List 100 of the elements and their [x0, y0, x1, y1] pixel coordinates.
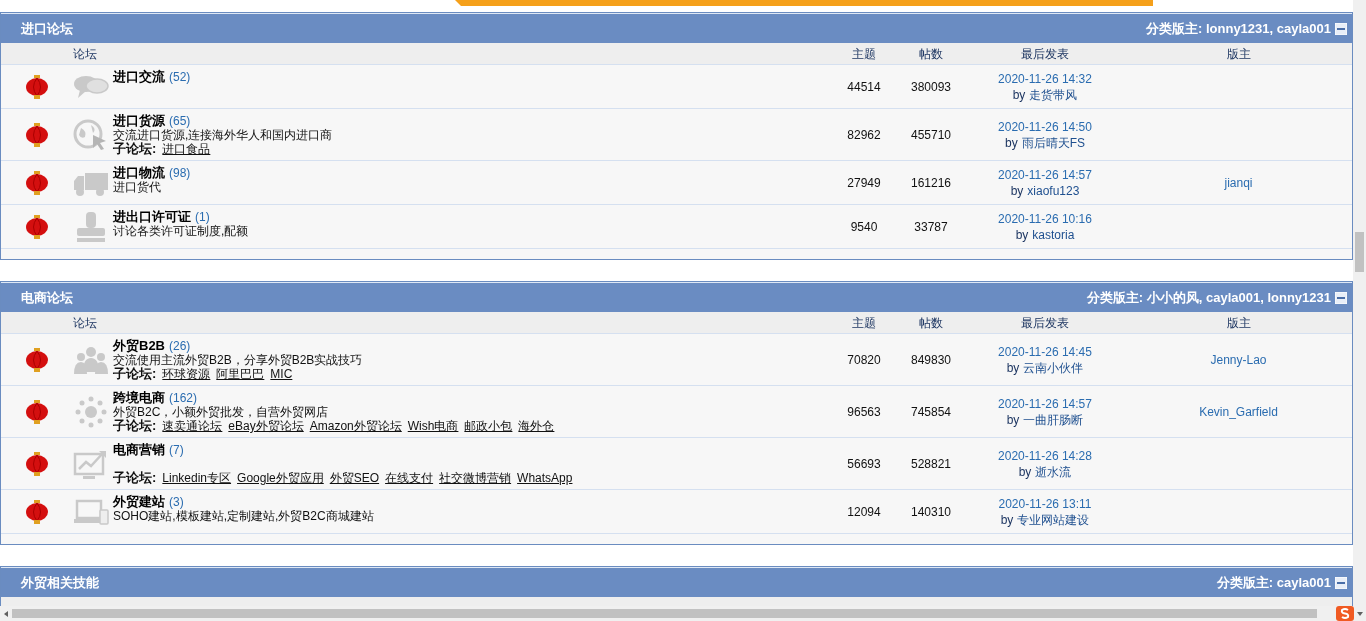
last-post-author[interactable]: 一曲肝肠断 — [1023, 411, 1084, 428]
column-header: 最后发表 — [1020, 45, 1070, 63]
topic-count: 82962 — [846, 126, 882, 144]
last-post-author[interactable]: xiaofu123 — [1027, 182, 1080, 199]
lantern-icon — [26, 214, 48, 239]
subforum-link[interactable]: 进口食品 — [162, 142, 211, 156]
forum-description: 外贸B2C，小额外贸批发，自营外贸网店 — [113, 405, 330, 419]
column-header: 主题 — [851, 314, 877, 332]
lantern-icon — [26, 347, 48, 372]
vertical-scrollbar[interactable] — [1353, 0, 1366, 606]
by-label: by — [1000, 511, 1014, 528]
subforum-link[interactable]: Wish电商 — [407, 419, 459, 433]
post-count: 161216 — [909, 174, 952, 192]
forum-description: 交流进口货源,连接海外华人和国内进口商 — [113, 128, 334, 142]
column-header: 主题 — [851, 45, 877, 63]
topic-count: 12094 — [846, 503, 882, 521]
scroll-down-icon[interactable] — [1356, 609, 1364, 618]
forum-title[interactable]: 电商营销 — [113, 443, 165, 457]
last-post-time[interactable]: 2020-11-26 10:16 — [998, 210, 1092, 227]
subforum-link[interactable]: 阿里巴巴 — [216, 367, 265, 381]
horizontal-scrollbar[interactable] — [0, 606, 1366, 621]
subforum-link[interactable]: 外贸SEO — [329, 471, 380, 485]
forum-title[interactable]: 跨境电商 — [113, 391, 165, 405]
topic-count: 27949 — [846, 174, 882, 192]
thread-count: (26) — [169, 339, 191, 353]
post-count: 745854 — [909, 403, 952, 421]
topic-count: 70820 — [846, 351, 882, 369]
subforum-link[interactable]: Amazon外贸论坛 — [309, 419, 402, 433]
subforum-link[interactable]: 在线支付 — [385, 471, 434, 485]
scroll-left-icon[interactable] — [2, 609, 10, 618]
column-header: 论坛 — [73, 314, 98, 332]
collapse-icon[interactable] — [1335, 22, 1347, 35]
subforum-link[interactable]: eBay外贸论坛 — [228, 419, 304, 433]
category-moderators: 分类版主: 小小的风, cayla001, lonny1231 — [1086, 288, 1331, 307]
collapse-icon[interactable] — [1335, 576, 1347, 589]
forum-title[interactable]: 进出口许可证 — [113, 210, 191, 224]
subforum-link[interactable]: Google外贸应用 — [237, 471, 324, 485]
subforum-link[interactable]: WhatsApp — [517, 471, 573, 485]
by-label: by — [1010, 182, 1024, 199]
scrollbar-thumb[interactable] — [12, 609, 1317, 618]
ime-logo-icon[interactable] — [1336, 606, 1354, 621]
lantern-icon — [26, 170, 48, 195]
last-post-author[interactable]: 走货带风 — [1029, 86, 1078, 103]
last-post-time[interactable]: 2020-11-26 14:32 — [998, 70, 1092, 87]
forum-title[interactable]: 进口货源 — [113, 114, 165, 128]
thread-count: (162) — [169, 391, 197, 405]
column-header: 帖数 — [918, 314, 944, 332]
last-post-time[interactable]: 2020-11-26 13:11 — [998, 495, 1092, 512]
last-post-time[interactable]: 2020-11-26 14:28 — [998, 447, 1092, 464]
forum-title[interactable]: 外贸建站 — [113, 495, 165, 509]
subforum-link[interactable]: MIC — [270, 367, 293, 381]
last-post-author[interactable]: 雨后晴天FS — [1021, 134, 1085, 151]
subforum-link[interactable]: 环球资源 — [162, 367, 211, 381]
subforum-link[interactable]: 速卖通论坛 — [162, 419, 223, 433]
column-header: 帖数 — [918, 45, 944, 63]
subforum-label: 子论坛: — [113, 419, 157, 433]
last-post-time[interactable]: 2020-11-26 14:57 — [998, 166, 1092, 183]
post-count: 380093 — [909, 78, 952, 96]
subforum-link[interactable]: 邮政小包 — [464, 419, 513, 433]
forum-title[interactable]: 外贸B2B — [113, 339, 165, 353]
forum-description: 进口货代 — [113, 180, 162, 194]
last-post-time[interactable]: 2020-11-26 14:50 — [998, 118, 1092, 135]
thread-count: (3) — [169, 495, 184, 509]
column-header: 最后发表 — [1020, 314, 1070, 332]
column-header: 版主 — [1225, 314, 1252, 332]
topic-count: 56693 — [846, 455, 882, 473]
post-count: 140310 — [909, 503, 952, 521]
by-label: by — [1006, 359, 1020, 376]
last-post-time[interactable]: 2020-11-26 14:57 — [998, 395, 1092, 412]
last-post-author[interactable]: 专业网站建设 — [1017, 511, 1090, 528]
post-count: 528821 — [909, 455, 952, 473]
topic-count: 9540 — [849, 218, 879, 236]
scrollbar-thumb[interactable] — [1355, 232, 1364, 272]
last-post-author[interactable]: 云南小伙伴 — [1023, 359, 1084, 376]
thread-count: (98) — [169, 166, 191, 180]
lantern-icon — [26, 74, 48, 99]
lantern-icon — [26, 499, 48, 524]
forum-title[interactable]: 进口物流 — [113, 166, 165, 180]
subforum-link[interactable]: 海外仓 — [518, 419, 555, 433]
moderator-link[interactable]: Jenny-Lao — [1210, 350, 1267, 369]
by-label: by — [1015, 226, 1029, 243]
last-post-author[interactable]: kastoria — [1032, 226, 1075, 243]
category-moderators: 分类版主: cayla001 — [1216, 573, 1331, 592]
subforum-link[interactable]: Linkedin专区 — [162, 471, 232, 485]
subforum-link[interactable]: 社交微博营销 — [439, 471, 512, 485]
by-label: by — [1012, 86, 1026, 103]
last-post-time[interactable]: 2020-11-26 14:45 — [998, 343, 1092, 360]
lantern-icon — [26, 451, 48, 476]
thread-count: (7) — [169, 443, 184, 457]
by-label: by — [1018, 463, 1032, 480]
category-moderators: 分类版主: lonny1231, cayla001 — [1146, 19, 1331, 38]
by-label: by — [1006, 411, 1020, 428]
collapse-icon[interactable] — [1335, 291, 1347, 304]
moderator-link[interactable]: jianqi — [1224, 173, 1253, 192]
forum-description: 交流使用主流外贸B2B，分享外贸B2B实战技巧 — [113, 353, 364, 367]
column-header: 版主 — [1225, 45, 1252, 63]
thread-count: (52) — [169, 70, 191, 84]
forum-title[interactable]: 进口交流 — [113, 70, 165, 84]
last-post-author[interactable]: 逝水流 — [1035, 463, 1072, 480]
moderator-link[interactable]: Kevin_Garfield — [1199, 402, 1278, 421]
